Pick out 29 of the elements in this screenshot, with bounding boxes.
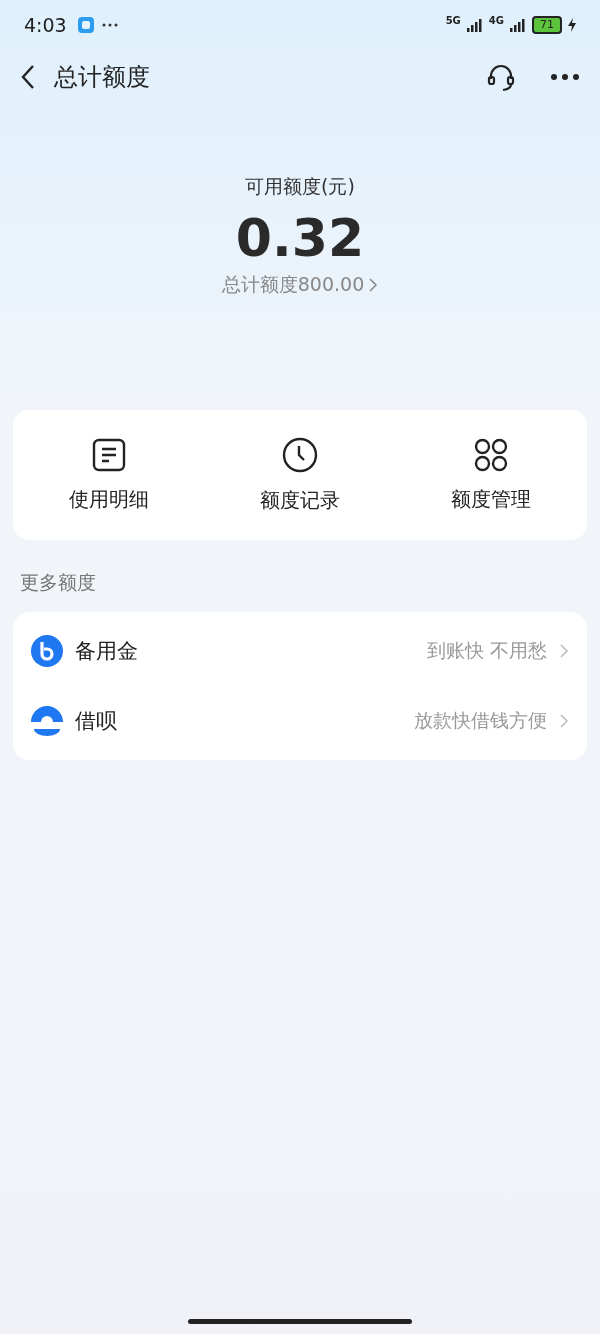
grid-icon bbox=[474, 437, 509, 472]
more-notifications-icon bbox=[100, 22, 119, 28]
chevron-right-icon bbox=[368, 277, 379, 293]
action-button[interactable]: 使用明细 bbox=[13, 410, 205, 540]
credit-list-item[interactable]: 借呗 放款快借钱方便 bbox=[13, 686, 587, 756]
back-icon[interactable] bbox=[20, 64, 36, 90]
network-label: 5G bbox=[445, 15, 461, 26]
battery-indicator: 71 bbox=[532, 16, 562, 34]
available-credit-label: 可用额度(元) bbox=[245, 174, 355, 199]
app-notification-icon bbox=[76, 16, 95, 34]
network-label: 4G bbox=[488, 15, 504, 26]
signal-icon bbox=[466, 18, 483, 32]
status-time: 4:03 bbox=[24, 14, 67, 36]
headset-icon[interactable] bbox=[486, 62, 516, 92]
page-title: 总计额度 bbox=[54, 62, 150, 93]
action-button[interactable]: 额度记录 bbox=[204, 410, 396, 540]
document-icon bbox=[91, 437, 126, 472]
charging-icon bbox=[568, 18, 576, 32]
letter-b-logo-icon bbox=[31, 635, 63, 667]
action-button[interactable]: 额度管理 bbox=[395, 410, 587, 540]
section-heading: 更多额度 bbox=[20, 570, 97, 595]
person-logo-icon bbox=[31, 705, 63, 737]
available-credit-amount: 0.32 bbox=[235, 208, 365, 268]
credit-list-item[interactable]: 备用金 到账快 不用愁 bbox=[13, 616, 587, 686]
chevron-right-icon bbox=[559, 713, 569, 729]
signal-icon bbox=[510, 18, 526, 32]
more-options-icon[interactable] bbox=[550, 73, 580, 81]
chevron-right-icon bbox=[559, 643, 569, 659]
clock-icon bbox=[282, 436, 318, 473]
